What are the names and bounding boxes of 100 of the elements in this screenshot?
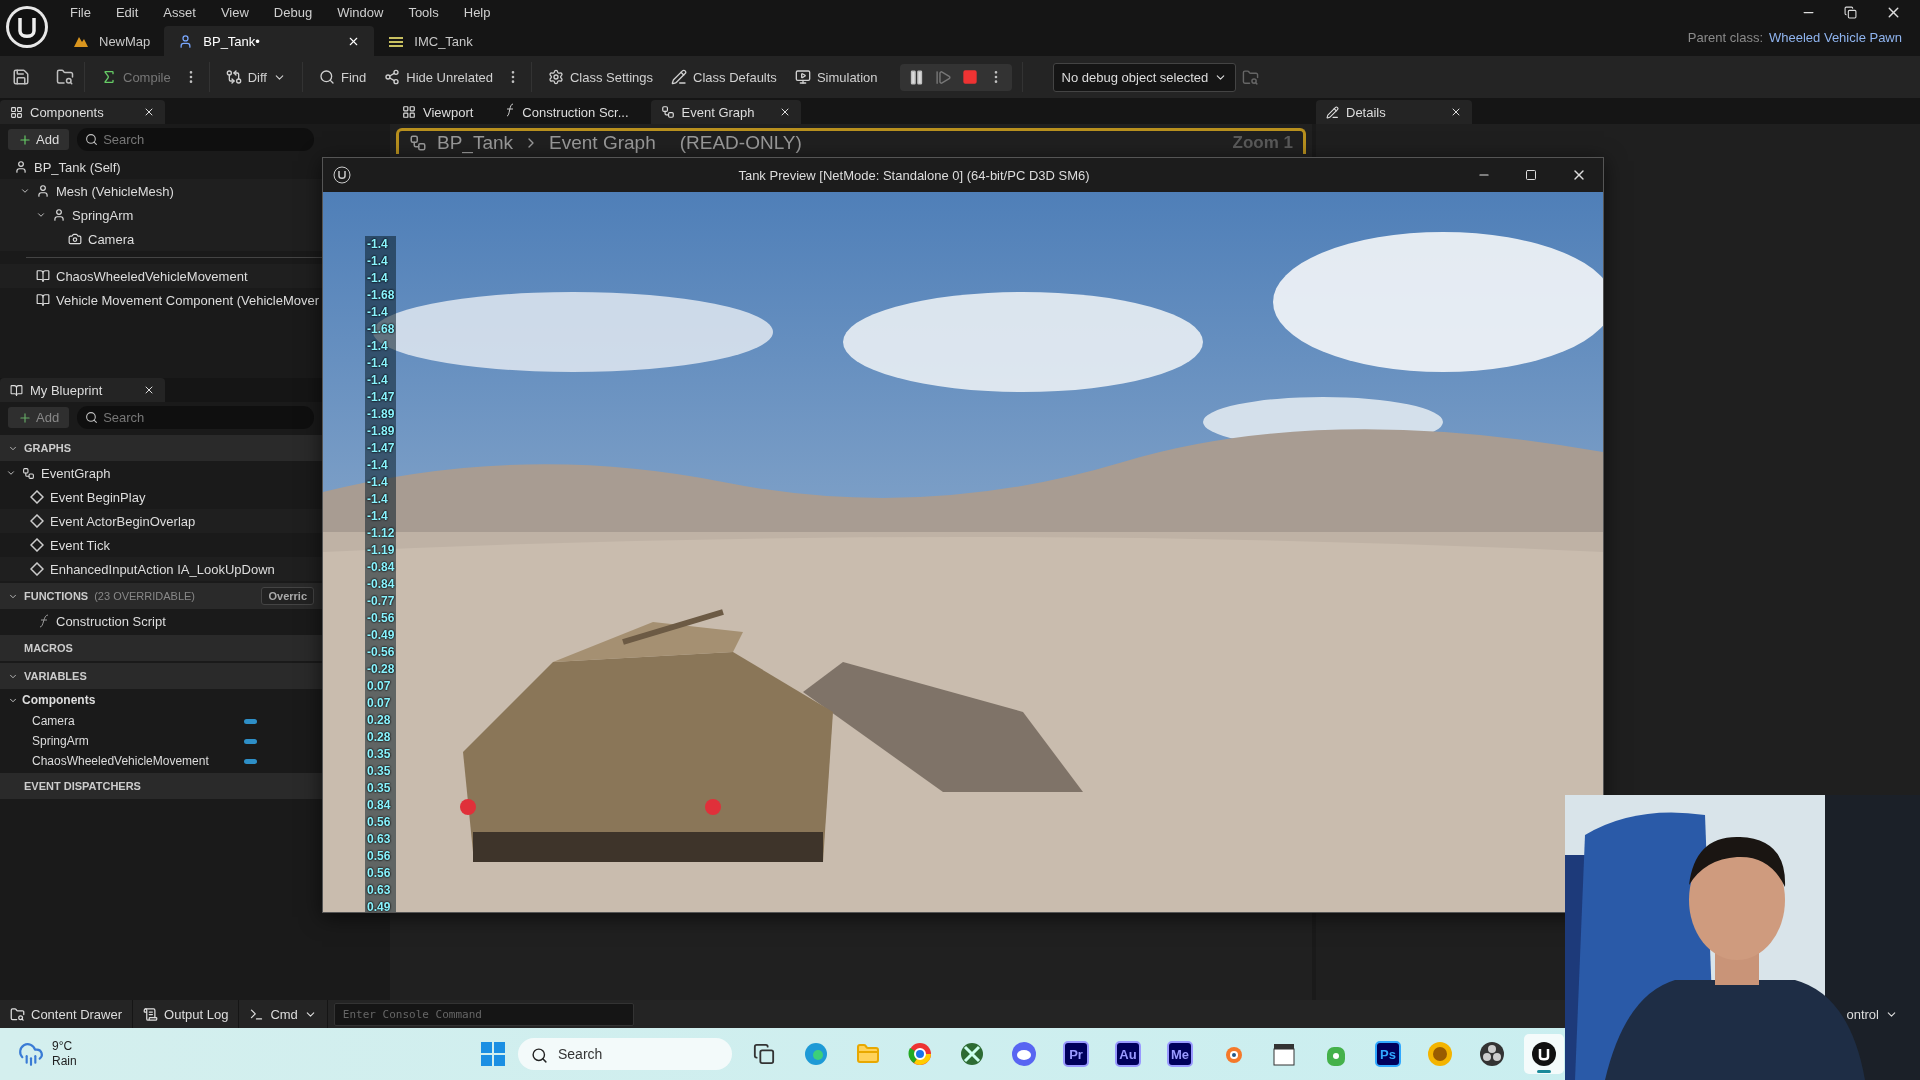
document-tab[interactable]: BP_Tank• (164, 26, 375, 56)
section-title: MACROS (24, 642, 73, 654)
grid-icon (402, 105, 416, 119)
category-header[interactable]: Components (0, 689, 322, 711)
pencil-icon (1326, 105, 1339, 119)
event-item[interactable]: Event ActorBeginOverlap (0, 509, 322, 533)
component-icon (36, 184, 50, 198)
menu-item[interactable]: Tools (397, 4, 451, 20)
play-screen-icon (794, 69, 811, 85)
menu-item[interactable]: Help (452, 4, 503, 20)
section-title: FUNCTIONS (24, 590, 89, 602)
book-icon (10, 383, 23, 397)
panel-tab[interactable]: My Blueprint (0, 378, 165, 402)
close-icon[interactable] (143, 384, 155, 396)
nodes-icon (384, 69, 401, 85)
event-icon (30, 538, 44, 552)
control-dropdown[interactable]: ontrol (1846, 1006, 1898, 1022)
app-icon[interactable]: Au (1115, 1041, 1141, 1067)
section-header[interactable]: GRAPHS (0, 435, 322, 461)
search-icon (318, 69, 335, 85)
weather-text: Rain (52, 1054, 77, 1069)
event-item[interactable]: EnhancedInputAction IA_LookUpDown (0, 557, 322, 581)
taskbar-app[interactable]: Ps (1368, 1034, 1408, 1074)
start-icon[interactable] (480, 1041, 506, 1067)
close-icon[interactable] (143, 106, 155, 118)
add-button[interactable]: Add (8, 407, 70, 428)
app-icon[interactable]: Me (1167, 1041, 1193, 1067)
clapper-icon (1272, 1041, 1296, 1067)
component-item[interactable]: Camera (0, 227, 322, 251)
toolbar-button[interactable]: Class Defaults (665, 65, 783, 89)
menu-item[interactable]: Window (326, 4, 396, 20)
search-icon (531, 1047, 548, 1064)
plus-icon (18, 410, 32, 425)
menu-item[interactable]: Debug (262, 4, 325, 20)
toolbar-button[interactable]: Class Settings (541, 65, 660, 89)
toolbar-button[interactable]: Diff (219, 65, 292, 89)
component-item[interactable]: SpringArm (0, 203, 322, 227)
toolbar-button[interactable]: Find (312, 65, 373, 89)
search-field[interactable]: Search (77, 128, 314, 151)
taskbar-search[interactable]: Search (518, 1038, 732, 1070)
engine-logo-icon (5, 5, 49, 49)
breadcrumb-item[interactable]: Event Graph (549, 131, 656, 154)
taskbar-app[interactable]: Au (1108, 1034, 1148, 1074)
editor-tab[interactable]: Construction Scr... (495, 100, 639, 124)
close-icon[interactable] (1450, 106, 1462, 118)
taskbar-app[interactable]: Pr (1056, 1034, 1096, 1074)
toolbar-button[interactable]: Hide Unrelated (378, 65, 499, 89)
parent-class-label: Parent class: (1687, 30, 1763, 45)
variable-item[interactable]: ChaosWheeledVehicleMovement (0, 751, 322, 771)
section-title: GRAPHS (24, 442, 72, 454)
panel-tab[interactable]: Components (0, 100, 165, 124)
plus-icon (18, 132, 32, 147)
app-icon[interactable]: Pr (1063, 1041, 1089, 1067)
weather-icon (18, 1041, 44, 1067)
add-button[interactable]: Add (8, 129, 70, 150)
read-only-label: (READ-ONLY) (679, 131, 802, 154)
graph-icon (22, 466, 35, 480)
taskbar-app[interactable] (1524, 1034, 1564, 1074)
document-tab[interactable]: NewMap (59, 26, 165, 56)
app-icon[interactable]: Ps (1375, 1041, 1401, 1067)
temperature: 9°C (52, 1039, 74, 1054)
console-field[interactable]: Enter Console Command (333, 1002, 634, 1026)
browser-icon (803, 1041, 829, 1067)
compile-icon (101, 69, 117, 85)
section-header[interactable]: VARIABLES (0, 663, 322, 689)
variable-item[interactable]: Camera (0, 711, 322, 731)
document-tab[interactable]: IMC_Tank (374, 26, 487, 56)
breadcrumb-item[interactable]: BP_Tank (437, 131, 514, 154)
editor-tab[interactable]: Event Graph (650, 100, 801, 124)
component-item[interactable]: ChaosWheeledVehicleMovement (0, 264, 322, 288)
section-header[interactable]: EVENT DISPATCHERS (0, 773, 322, 799)
save-icon[interactable] (12, 68, 30, 86)
folder-search-icon (10, 1006, 25, 1022)
override-button[interactable]: Overric (261, 587, 314, 605)
step-icon[interactable] (934, 68, 952, 86)
menu-item[interactable]: File (59, 4, 103, 20)
terminal-icon (249, 1006, 265, 1022)
maximize-icon[interactable] (1525, 169, 1537, 181)
browser-icon (907, 1041, 933, 1067)
search-field[interactable]: Search (77, 406, 314, 429)
parent-class-link[interactable]: Wheeled Vehicle Pawn (1769, 30, 1902, 45)
event-icon (30, 490, 44, 504)
component-item[interactable]: Mesh (VehicleMesh) (0, 179, 322, 203)
keys-icon (388, 34, 405, 48)
debug-object-dropdown[interactable]: No debug object selected (1052, 62, 1237, 92)
stop-icon[interactable] (961, 69, 978, 85)
section-header[interactable]: MACROS (0, 635, 322, 661)
restore-icon[interactable] (1844, 5, 1857, 19)
menu-item[interactable]: Edit (104, 4, 151, 20)
panel-tab[interactable]: Details (1316, 100, 1472, 124)
variable-item[interactable]: SpringArm (0, 731, 322, 751)
browse-icon[interactable] (56, 68, 74, 86)
log-icon (143, 1006, 159, 1022)
menu-item[interactable]: Asset (152, 4, 208, 20)
toolbar-button[interactable]: Simulation (788, 65, 884, 89)
type-pill-icon (244, 718, 257, 724)
editor-tab[interactable]: Viewport (392, 100, 484, 124)
taskbar-app[interactable]: Me (1160, 1034, 1200, 1074)
menu-item[interactable]: View (209, 4, 261, 20)
section-header[interactable]: FUNCTIONS (23 OVERRIDABLE) Overric (0, 583, 322, 609)
